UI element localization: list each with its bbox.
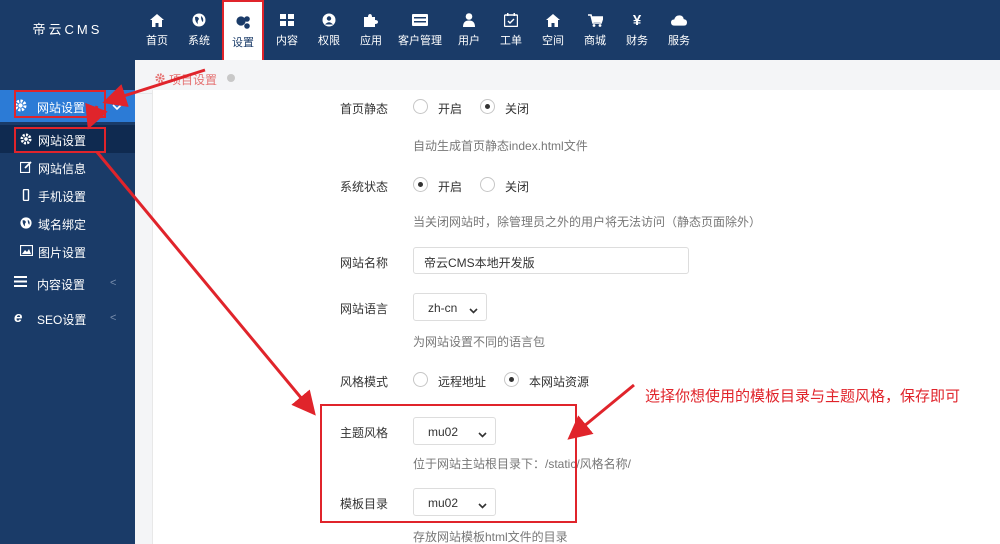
nav-apps[interactable]: 应用 xyxy=(352,0,390,60)
style-mode-remote-radio[interactable] xyxy=(413,372,428,387)
nav-content[interactable]: 内容 xyxy=(268,0,306,60)
nav-customer-management[interactable]: 客户管理 xyxy=(394,0,446,60)
nav-permissions[interactable]: 权限 xyxy=(310,0,348,60)
homepage-static-label: 首页静态 xyxy=(340,102,389,116)
homepage-static-on-text: 开启 xyxy=(438,102,463,116)
nav-settings[interactable]: 设置 xyxy=(222,0,264,64)
edit-icon xyxy=(19,161,32,174)
sidebar-group-content-settings[interactable]: 内容设置 < xyxy=(0,266,135,300)
yen-icon: ¥ xyxy=(632,11,642,29)
nav-home[interactable]: 首页 xyxy=(138,0,176,60)
nav-services[interactable]: 服务 xyxy=(660,0,698,60)
user-circle-icon xyxy=(321,12,337,28)
breadcrumb: 项目设置 xyxy=(135,60,1000,94)
gears-icon xyxy=(235,14,251,30)
globe-icon xyxy=(20,217,32,229)
site-status-label: 系统状态 xyxy=(340,180,389,194)
style-mode-label: 风格模式 xyxy=(340,375,389,389)
style-mode-local-radio[interactable] xyxy=(504,372,519,387)
chevron-left-icon: < xyxy=(110,277,117,289)
home-icon xyxy=(149,12,165,28)
nav-finance[interactable]: ¥ 财务 xyxy=(618,0,656,60)
gear-icon xyxy=(155,72,165,86)
homepage-static-on-radio[interactable] xyxy=(413,99,428,114)
site-language-label: 网站语言 xyxy=(340,302,389,316)
nav-shop[interactable]: 商城 xyxy=(576,0,614,60)
homepage-static-off-text: 关闭 xyxy=(505,102,530,116)
ie-icon: e xyxy=(14,309,23,326)
calendar-icon xyxy=(503,12,519,28)
sidebar-item-image-settings[interactable]: 图片设置 xyxy=(0,237,135,265)
template-dir-help: 存放网站模板html文件的目录 xyxy=(413,530,568,544)
chevron-down-icon xyxy=(112,100,122,114)
site-language-help: 为网站设置不同的语言包 xyxy=(413,335,546,349)
chevron-left-icon: < xyxy=(110,312,117,324)
breadcrumb-dot xyxy=(227,74,235,82)
site-status-help: 当关闭网站时，除管理员之外的用户将无法访问（静态页面除外） xyxy=(413,215,762,229)
bars-icon xyxy=(14,276,27,290)
top-navbar: 帝云CMS 首页 系统 设置 内容 权限 应用 客户管理 用户 工单 空间 商城… xyxy=(0,0,1000,64)
list-icon xyxy=(412,12,428,28)
home-icon xyxy=(545,12,561,28)
site-language-select[interactable]: zh-cn xyxy=(413,293,487,321)
homepage-static-off-radio[interactable] xyxy=(480,99,495,114)
cart-icon xyxy=(587,12,603,28)
site-status-off-text: 关闭 xyxy=(505,180,530,194)
site-status-on-text: 开启 xyxy=(438,180,463,194)
globe-icon xyxy=(191,12,207,28)
app-logo: 帝云CMS xyxy=(32,22,103,37)
cloud-icon xyxy=(671,12,687,28)
site-status-off-radio[interactable] xyxy=(480,177,495,192)
annotation-note: 选择你想使用的模板目录与主题风格，保存即可 xyxy=(645,388,961,405)
homepage-static-help: 自动生成首页静态index.html文件 xyxy=(413,139,588,153)
puzzle-icon xyxy=(363,12,379,28)
sidebar-group-seo-settings[interactable]: e SEO设置 < xyxy=(0,301,135,335)
sidebar-item-site-info[interactable]: 网站信息 xyxy=(0,153,135,181)
image-icon xyxy=(19,244,34,257)
site-name-input[interactable]: 帝云CMS本地开发版 xyxy=(413,247,689,274)
annotation-box-sidebar-group xyxy=(14,90,106,118)
sidebar-item-mobile-settings[interactable]: 手机设置 xyxy=(0,181,135,209)
top-nav-items: 首页 系统 设置 内容 权限 应用 客户管理 用户 工单 空间 商城 ¥ 财务 … xyxy=(138,0,702,64)
nav-system[interactable]: 系统 xyxy=(180,0,218,60)
user-icon xyxy=(461,12,477,28)
annotation-box-theme-template xyxy=(320,404,577,523)
nav-users[interactable]: 用户 xyxy=(450,0,488,60)
grid-icon xyxy=(279,12,295,28)
nav-space[interactable]: 空间 xyxy=(534,0,572,60)
style-mode-local-text: 本网站资源 xyxy=(529,375,590,389)
sidebar-item-domain-binding[interactable]: 域名绑定 xyxy=(0,209,135,237)
site-status-on-radio[interactable] xyxy=(413,177,428,192)
chevron-down-icon xyxy=(469,303,478,317)
site-name-label: 网站名称 xyxy=(340,256,389,270)
annotation-box-sidebar-item xyxy=(14,127,106,153)
breadcrumb-label[interactable]: 项目设置 xyxy=(169,71,217,88)
style-mode-remote-text: 远程地址 xyxy=(438,375,487,389)
mobile-icon xyxy=(20,188,32,202)
nav-tickets[interactable]: 工单 xyxy=(492,0,530,60)
